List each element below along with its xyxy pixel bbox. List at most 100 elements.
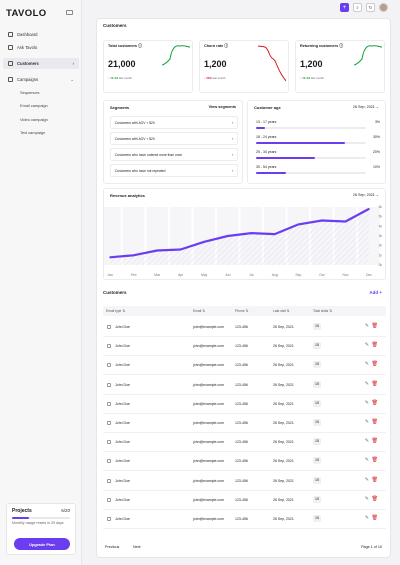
chart-x-tick-label: Jun	[225, 273, 231, 277]
trash-icon[interactable]: 🗑	[372, 477, 378, 483]
segment-row[interactable]: Customers who have ordered more than onc…	[110, 148, 238, 161]
table-row[interactable]: John Doe john@example.com 123-456 26 Sep, 2…	[103, 510, 386, 529]
column-header-email-type[interactable]: Email type ⇅	[106, 309, 125, 313]
edit-icon[interactable]: ✎	[365, 400, 369, 406]
column-header-label: Total visits	[313, 309, 329, 313]
chart-point[interactable]	[368, 208, 370, 210]
column-header-email[interactable]: Email ⇅	[193, 309, 205, 313]
table-row[interactable]: John Doe john@example.com 123-456 26 Sep, 2…	[103, 395, 386, 414]
customer-last-visit: 26 Sep, 2021	[273, 421, 294, 425]
sidebar-subitem-text-campaign[interactable]: Text campaign	[20, 130, 45, 135]
chart-point[interactable]	[132, 254, 135, 257]
sidebar-item-campaigns[interactable]: Campaigns ⌄	[3, 74, 79, 85]
table-row[interactable]: John Doe john@example.com 123-456 26 Sep, 2…	[103, 376, 386, 395]
chart-point[interactable]	[297, 223, 300, 226]
edit-icon[interactable]: ✎	[365, 323, 369, 329]
table-row[interactable]: John Doe john@example.com 123-456 26 Sep, 2…	[103, 491, 386, 510]
sidebar-item-customers[interactable]: Customers ›	[3, 58, 79, 69]
refresh-icon[interactable]: ↻	[366, 3, 375, 12]
column-header-total-visits[interactable]: Total visits ⇅	[313, 309, 332, 313]
chart-point[interactable]	[109, 256, 111, 259]
chart-point[interactable]	[274, 233, 276, 235]
table-row[interactable]: John Doe john@example.com 123-456 26 Sep, 2…	[103, 337, 386, 357]
trash-icon[interactable]: 🗑	[372, 323, 378, 329]
customer-name: John Doe	[115, 382, 130, 387]
trash-icon[interactable]: 🗑	[372, 342, 378, 348]
customer-phone: 123-456	[235, 421, 248, 425]
kpi-delta: ↓ 20% last month	[204, 76, 225, 80]
column-header-phone[interactable]: Phone ⇅	[235, 309, 248, 313]
date-select[interactable]: 26 Sep, 2021 ⌄	[353, 105, 379, 109]
plus-icon[interactable]: +	[340, 3, 349, 12]
previous-button[interactable]: Previous	[105, 545, 119, 549]
customer-last-visit: 26 Sep, 2021	[273, 344, 294, 349]
customer-name: John Doe	[115, 497, 130, 502]
edit-icon[interactable]: ✎	[365, 457, 369, 463]
table-row[interactable]: John Doe john@example.com 123-456 26 Sep, 2…	[103, 414, 386, 433]
chart-point[interactable]	[156, 249, 158, 252]
customer-name: John Doe	[115, 440, 130, 445]
row-email-type-icon	[107, 421, 111, 425]
segment-row[interactable]: Customers who have not repeated ›	[110, 164, 238, 177]
trash-icon[interactable]: 🗑	[372, 361, 378, 367]
trash-icon[interactable]: 🗑	[372, 457, 378, 463]
edit-icon[interactable]: ✎	[365, 361, 369, 367]
trash-icon[interactable]: 🗑	[372, 381, 378, 387]
age-pct: 3%	[374, 120, 380, 124]
table-row[interactable]: John Doe john@example.com 123-456 26 Sep, 2…	[103, 472, 386, 491]
chart-point[interactable]	[226, 235, 229, 237]
chart-y-tick-label: 6k	[379, 205, 383, 209]
trash-icon[interactable]: 🗑	[372, 515, 378, 521]
sidebar-subitem-video-campaign[interactable]: Video campaign	[20, 117, 48, 122]
date-select[interactable]: 26 Sep, 2021 ⌄	[353, 193, 379, 197]
table-row[interactable]: John Doe john@example.com 123-456 26 Sep, 2…	[103, 433, 386, 453]
segment-row[interactable]: Customers with AOV > $20 ›	[110, 116, 238, 129]
collapse-sidebar-icon[interactable]	[66, 10, 73, 15]
customer-visits-badge: 15	[313, 495, 321, 503]
customer-visits-badge: 15	[313, 399, 321, 407]
age-label: 30 - 54 years	[256, 165, 277, 169]
trash-icon[interactable]: 🗑	[372, 438, 378, 444]
edit-icon[interactable]: ✎	[365, 438, 369, 444]
customer-phone: 123-456	[235, 497, 248, 502]
customer-age-card: Customer age 26 Sep, 2021 ⌄ 13 - 17 year…	[247, 100, 386, 184]
table-row[interactable]: John Doe john@example.com 123-456 26 Sep, 2…	[103, 452, 386, 472]
next-button[interactable]: Next	[133, 545, 141, 549]
chart-point[interactable]	[179, 248, 182, 251]
table-row[interactable]: John Doe john@example.com 123-456 26 Sep, 2…	[103, 356, 386, 376]
customer-phone: 123-456	[235, 325, 248, 329]
sidebar-subitem-email-campaign[interactable]: Email campaign	[20, 103, 48, 108]
chart-point[interactable]	[250, 232, 253, 234]
trash-icon[interactable]: 🗑	[372, 496, 378, 502]
sidebar-item-ask-tavolo[interactable]: Ask Tavolo	[3, 42, 79, 53]
trash-icon[interactable]: 🗑	[372, 419, 378, 425]
segment-row[interactable]: Customers with AOV < $20 ›	[110, 132, 238, 145]
chart-point[interactable]	[321, 219, 323, 222]
table-header: Email type ⇅ Email ⇅ Phone ⇅ Last visit …	[103, 306, 386, 316]
sidebar-item-dashboard[interactable]: Dashboard	[3, 29, 79, 40]
chevron-right-icon: ›	[231, 120, 233, 125]
edit-icon[interactable]: ✎	[365, 496, 369, 502]
edit-icon[interactable]: ✎	[365, 381, 369, 387]
avatar[interactable]	[379, 3, 388, 12]
column-header-last-visit[interactable]: Last visit ⇅	[273, 309, 290, 313]
add-customer-button[interactable]: Add +	[369, 290, 382, 295]
chart-point[interactable]	[344, 220, 347, 223]
projects-count: 6/20	[61, 508, 70, 513]
edit-icon[interactable]: ✎	[365, 342, 369, 348]
sidebar-subitem-sequences[interactable]: Sequences	[20, 90, 39, 95]
edit-icon[interactable]: ✎	[365, 515, 369, 521]
chart-x-tick-label: May	[201, 273, 208, 277]
search-icon[interactable]: ⌕	[353, 3, 362, 12]
row-email-type-icon	[107, 517, 111, 521]
edit-icon[interactable]: ✎	[365, 419, 369, 425]
chart-x-tick-label: Jul	[249, 273, 254, 277]
trash-icon[interactable]: 🗑	[372, 400, 378, 406]
chart-point[interactable]	[203, 241, 205, 243]
table-row[interactable]: John Doe john@example.com 123-456 26 Sep, 2…	[103, 318, 386, 337]
view-segments-link[interactable]: View segments	[209, 105, 236, 109]
brand-logo[interactable]: TAVOLO	[6, 8, 47, 19]
row-email-type-icon	[107, 363, 111, 368]
upgrade-plan-button[interactable]: Upgrade Plan	[14, 538, 70, 550]
edit-icon[interactable]: ✎	[365, 477, 369, 483]
